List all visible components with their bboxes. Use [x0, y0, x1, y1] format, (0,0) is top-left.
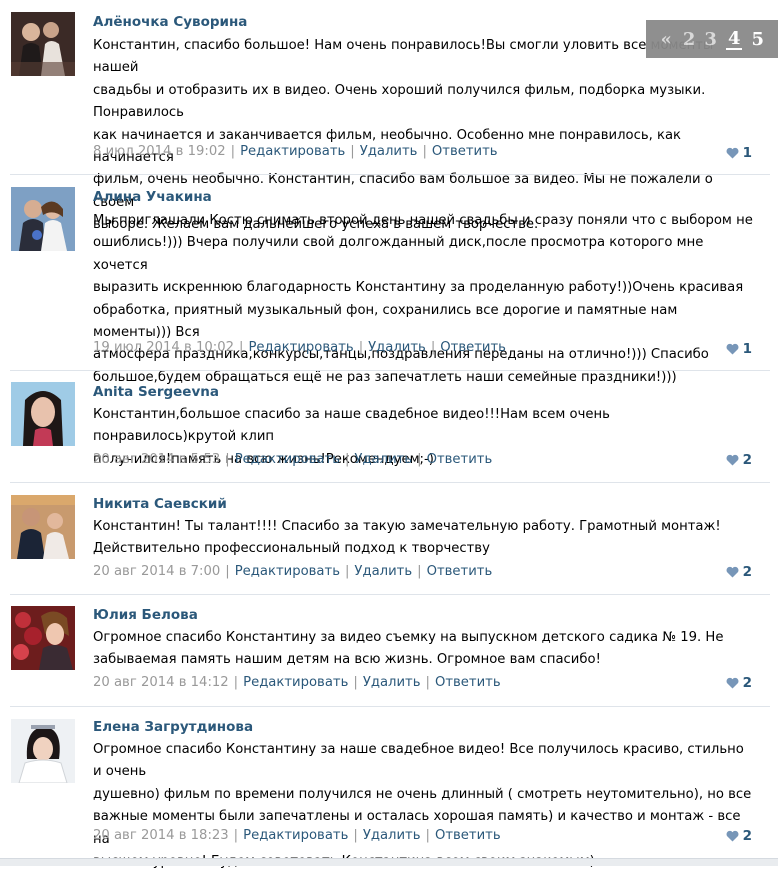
like-button[interactable]: 2 [726, 452, 752, 468]
page-link[interactable]: 5 [751, 29, 764, 50]
avatar[interactable] [11, 719, 75, 783]
comment-text: Огромное спасибо Константину за наше сва… [93, 742, 752, 869]
avatar[interactable] [11, 382, 75, 446]
avatar[interactable] [11, 495, 75, 559]
heart-icon [726, 677, 739, 689]
comment-text: Константин! Ты талант!!!! Спасибо за так… [93, 519, 721, 557]
delete-link[interactable]: Удалить [363, 675, 421, 690]
delete-link[interactable]: Удалить [368, 340, 426, 355]
comment-author[interactable]: Алёночка Суворина [93, 14, 247, 30]
heart-icon [726, 566, 739, 578]
like-count: 2 [742, 675, 752, 691]
comment-meta: 8 июл 2014 в 19:02 | Редактировать | Удалить… [93, 144, 498, 159]
comment-author[interactable]: Алина Учакина [93, 189, 212, 205]
like-button[interactable]: 1 [726, 145, 752, 161]
edit-link[interactable]: Редактировать [243, 675, 348, 690]
like-button[interactable]: 1 [726, 341, 752, 357]
comment-date[interactable]: 20 авг 2014 в 5:53 [93, 452, 220, 467]
comment-author[interactable]: Никита Саевский [93, 496, 227, 512]
pagination: « 2 3 4 5 [646, 20, 778, 58]
heart-icon [726, 343, 739, 355]
heart-icon [726, 147, 739, 159]
reply-link[interactable]: Ответить [427, 564, 493, 579]
comment-text: Огромное спасибо Константину за видео съ… [93, 630, 724, 668]
comment-date[interactable]: 20 авг 2014 в 18:23 [93, 828, 229, 843]
comment-date[interactable]: 20 авг 2014 в 7:00 [93, 564, 220, 579]
edit-link[interactable]: Редактировать [240, 144, 345, 159]
comment-item: Никита Саевский Константин! Ты талант!!!… [0, 483, 778, 595]
edit-link[interactable]: Редактировать [235, 564, 340, 579]
like-count: 1 [742, 341, 752, 357]
comment-author[interactable]: Елена Загрутдинова [93, 719, 253, 735]
comment-item: Anita Sergeevna Константин,большое спаси… [0, 371, 778, 483]
heart-icon [726, 454, 739, 466]
comment-meta: 20 авг 2014 в 7:00 | Редактировать | Удалить… [93, 564, 493, 579]
like-count: 1 [742, 145, 752, 161]
comment-meta: 20 авг 2014 в 14:12 | Редактировать | Удалит… [93, 675, 501, 690]
comment-meta: 19 июл 2014 в 10:02 | Редактировать | Удалит… [93, 340, 506, 355]
reply-link[interactable]: Ответить [432, 144, 498, 159]
reply-link[interactable]: Ответить [440, 340, 506, 355]
like-button[interactable]: 2 [726, 828, 752, 844]
reply-link[interactable]: Ответить [435, 828, 501, 843]
delete-link[interactable]: Удалить [354, 564, 412, 579]
avatar[interactable] [11, 606, 75, 670]
prev-page-button[interactable]: « [661, 29, 672, 50]
comment-item: Юлия Белова Огромное спасибо Константину… [0, 595, 778, 707]
delete-link[interactable]: Удалить [360, 144, 418, 159]
comment-date[interactable]: 8 июл 2014 в 19:02 [93, 144, 226, 159]
comment-date[interactable]: 20 авг 2014 в 14:12 [93, 675, 229, 690]
comment-meta: 20 авг 2014 в 5:53 | Редактировать | Удалить… [93, 452, 493, 467]
like-button[interactable]: 2 [726, 564, 752, 580]
avatar[interactable] [11, 12, 75, 76]
edit-link[interactable]: Редактировать [235, 452, 340, 467]
comment-date[interactable]: 19 июл 2014 в 10:02 [93, 340, 234, 355]
delete-link[interactable]: Удалить [363, 828, 421, 843]
comment-text: Мы приглашали Костю снимать второй день … [93, 213, 753, 385]
like-count: 2 [742, 564, 752, 580]
reply-link[interactable]: Ответить [427, 452, 493, 467]
like-count: 2 [742, 452, 752, 468]
edit-link[interactable]: Редактировать [243, 828, 348, 843]
like-button[interactable]: 2 [726, 675, 752, 691]
comment-meta: 20 авг 2014 в 18:23 | Редактировать | Удалит… [93, 828, 501, 843]
delete-link[interactable]: Удалить [354, 452, 412, 467]
reply-link[interactable]: Ответить [435, 675, 501, 690]
like-count: 2 [742, 828, 752, 844]
current-page: 4 [725, 27, 743, 50]
avatar[interactable] [11, 187, 75, 251]
page-link[interactable]: 3 [704, 29, 717, 50]
heart-icon [726, 830, 739, 842]
page-link[interactable]: 2 [683, 29, 696, 50]
comment-item: Алина Учакина Мы приглашали Костю снимат… [0, 175, 778, 385]
edit-link[interactable]: Редактировать [248, 340, 353, 355]
comment-item: Елена Загрутдинова Огромное спасибо Конс… [0, 707, 778, 869]
comment-author[interactable]: Юлия Белова [93, 607, 198, 623]
comment-author[interactable]: Anita Sergeevna [93, 384, 219, 400]
